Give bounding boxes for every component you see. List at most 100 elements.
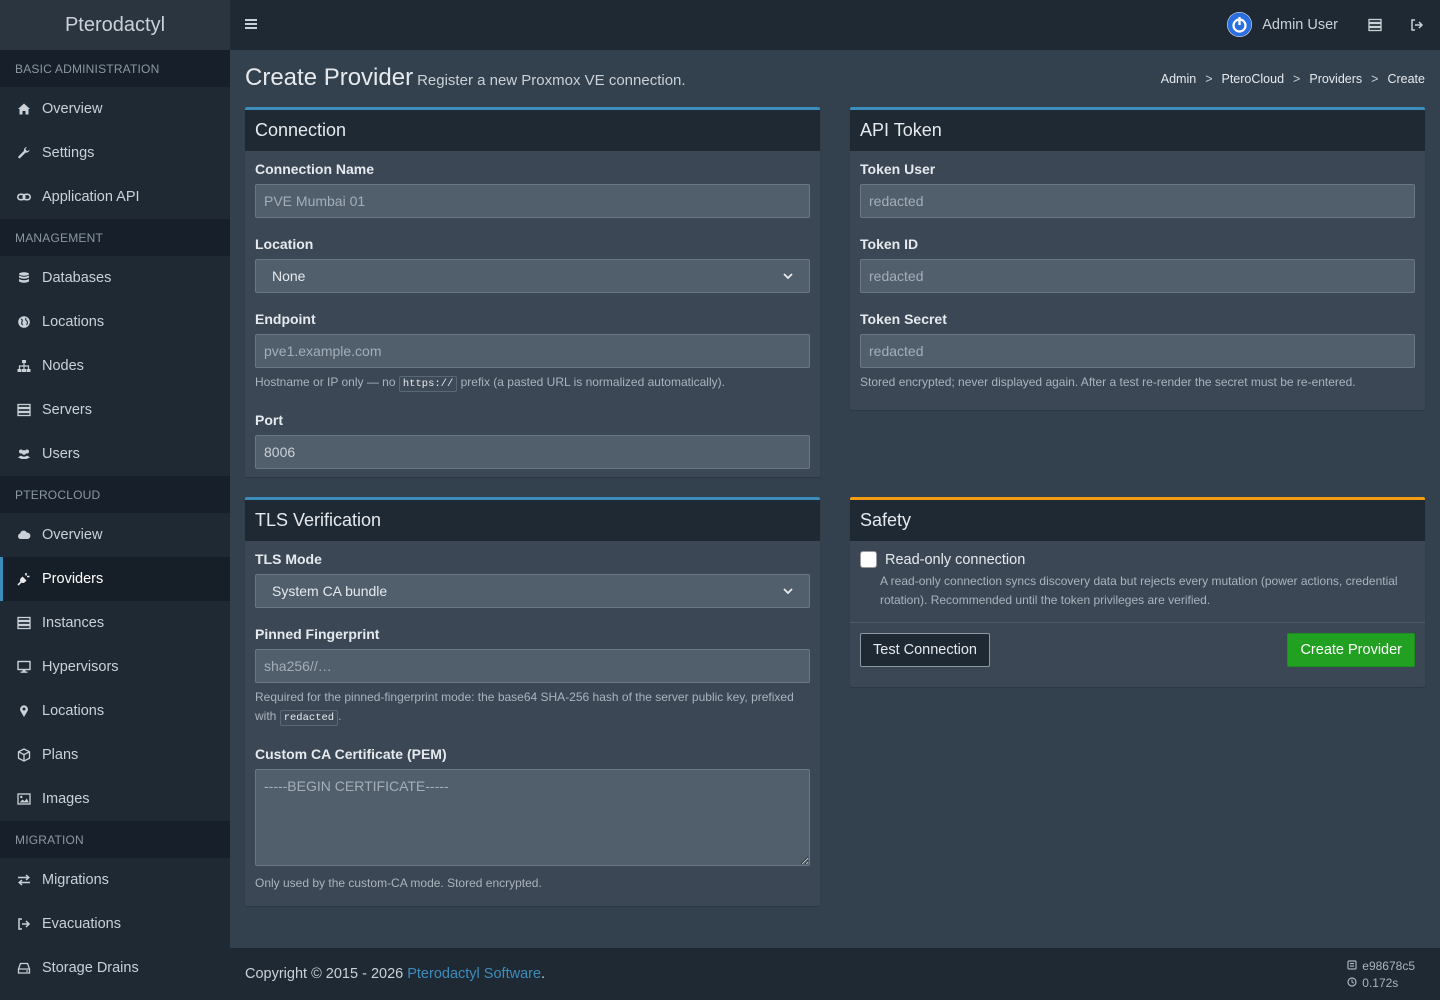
sidebar-item-label: Locations <box>42 703 105 719</box>
link-icon <box>17 190 31 204</box>
clock-icon <box>1347 975 1362 992</box>
location-select[interactable]: None <box>255 259 810 293</box>
sidebar-item-storage-drains[interactable]: Storage Drains <box>0 946 230 990</box>
version-text: e98678c5 <box>1362 959 1415 973</box>
readonly-checkbox[interactable] <box>860 551 877 568</box>
tls-mode-select-value: System CA bundle <box>272 583 388 599</box>
tls-box: TLS Verification TLS Mode System CA bund… <box>245 497 820 906</box>
safety-box: Safety Read-only connection A read-only … <box>850 497 1425 687</box>
endpoint-help: Hostname or IP only — no https:// prefix… <box>255 373 810 394</box>
sidebar-item-label: Storage Drains <box>42 960 139 976</box>
globe-icon <box>17 315 31 329</box>
test-connection-button[interactable]: Test Connection <box>860 633 990 667</box>
token-secret-input[interactable] <box>860 334 1415 368</box>
fingerprint-input[interactable] <box>255 649 810 683</box>
sidebar-section-header: MANAGEMENT <box>0 219 230 256</box>
users-icon <box>17 447 31 461</box>
sidebar-item-migrations[interactable]: Migrations <box>0 858 230 902</box>
tls-mode-label: TLS Mode <box>255 551 322 567</box>
endpoint-help-post: prefix (a pasted URL is normalized autom… <box>460 375 725 389</box>
content-wrapper: Create Provider Register a new Proxmox VE… <box>230 50 1440 948</box>
ca-cert-textarea[interactable] <box>255 769 810 866</box>
breadcrumb-item[interactable]: Admin <box>1161 72 1196 86</box>
server-icon[interactable] <box>1368 18 1382 32</box>
sidebar-item-label: Nodes <box>42 358 84 374</box>
sidebar-item-overview[interactable]: Overview <box>0 87 230 131</box>
endpoint-help-pre: Hostname or IP only — no <box>255 375 396 389</box>
breadcrumb-separator: > <box>1205 72 1213 86</box>
api-token-box: API Token Token User Token ID Token Secr… <box>850 107 1425 410</box>
user-menu[interactable]: Admin User <box>1227 12 1338 37</box>
topbar: Admin User <box>230 0 1440 50</box>
image-icon <box>17 792 31 806</box>
sidebar-item-label: Users <box>42 446 80 462</box>
sidebar-item-locations[interactable]: Locations <box>0 689 230 733</box>
exchange-icon <box>17 873 31 887</box>
brand-logo[interactable]: Pterodactyl <box>0 0 230 50</box>
breadcrumb: Admin > PteroCloud > Providers > Create <box>1161 72 1425 86</box>
sidebar-item-application-api[interactable]: Application API <box>0 175 230 219</box>
breadcrumb-separator: > <box>1293 72 1301 86</box>
ca-cert-label: Custom CA Certificate (PEM) <box>255 746 447 762</box>
sidebar-section-header: MIGRATION <box>0 821 230 858</box>
sidebar-item-providers[interactable]: Providers <box>0 557 230 601</box>
ca-cert-help: Only used by the custom-CA mode. Stored … <box>255 876 542 890</box>
desktop-icon <box>17 660 31 674</box>
breadcrumb-item[interactable]: Providers <box>1309 72 1362 86</box>
location-label: Location <box>255 236 314 252</box>
port-input[interactable] <box>255 435 810 469</box>
sign-out-icon <box>17 917 31 931</box>
sidebar-item-users[interactable]: Users <box>0 432 230 476</box>
sidebar-item-label: Settings <box>42 145 95 161</box>
fingerprint-help: Required for the pinned-fingerprint mode… <box>255 688 810 728</box>
sign-out-icon[interactable] <box>1410 18 1424 32</box>
copyright-text: Copyright © 2015 - 2026 <box>245 966 404 982</box>
endpoint-input[interactable] <box>255 334 810 368</box>
connection-name-input[interactable] <box>255 184 810 218</box>
sidebar-item-label: Migrations <box>42 872 109 888</box>
render-time-text: 0.172s <box>1362 976 1399 990</box>
menu-toggle-icon[interactable] <box>244 17 258 31</box>
sidebar-item-hypervisors[interactable]: Hypervisors <box>0 645 230 689</box>
token-secret-help: Stored encrypted; never displayed again.… <box>860 375 1356 389</box>
sidebar-item-overview[interactable]: Overview <box>0 513 230 557</box>
database-icon <box>17 271 31 285</box>
port-label: Port <box>255 412 283 428</box>
token-user-label: Token User <box>860 161 936 177</box>
sidebar-section-header: PTEROCLOUD <box>0 476 230 513</box>
sidebar-item-plans[interactable]: Plans <box>0 733 230 777</box>
connection-name-label: Connection Name <box>255 161 375 177</box>
token-id-input[interactable] <box>860 259 1415 293</box>
sidebar-menu: BASIC ADMINISTRATION Overview Settings Appl… <box>0 50 230 990</box>
copyright-post: . <box>541 966 546 982</box>
sidebar-item-locations[interactable]: Locations <box>0 300 230 344</box>
readonly-label[interactable]: Read-only connection <box>885 552 1025 568</box>
endpoint-help-code: https:// <box>398 376 458 392</box>
chevron-down-icon <box>783 583 793 599</box>
sidebar-item-evacuations[interactable]: Evacuations <box>0 902 230 946</box>
sidebar-section-header: BASIC ADMINISTRATION <box>0 50 230 87</box>
fingerprint-label: Pinned Fingerprint <box>255 626 380 642</box>
sidebar-item-images[interactable]: Images <box>0 777 230 821</box>
sidebar-item-instances[interactable]: Instances <box>0 601 230 645</box>
tls-mode-select[interactable]: System CA bundle <box>255 574 810 608</box>
fingerprint-help-post: . <box>338 709 342 723</box>
sidebar-item-servers[interactable]: Servers <box>0 388 230 432</box>
sidebar-item-label: Evacuations <box>42 916 121 932</box>
sidebar-item-label: Application API <box>42 189 140 205</box>
sidebar-item-settings[interactable]: Settings <box>0 131 230 175</box>
hdd-icon <box>17 961 31 975</box>
page-subtitle: Register a new Proxmox VE connection. <box>417 72 686 89</box>
token-id-label: Token ID <box>860 236 919 252</box>
sidebar-item-databases[interactable]: Databases <box>0 256 230 300</box>
pterodactyl-link[interactable]: Pterodactyl Software <box>407 966 541 982</box>
chevron-down-icon <box>783 268 793 284</box>
sidebar-item-label: Overview <box>42 527 103 543</box>
cloud-icon <box>17 528 31 542</box>
token-user-input[interactable] <box>860 184 1415 218</box>
sidebar-item-label: Plans <box>42 747 79 763</box>
create-provider-button[interactable]: Create Provider <box>1287 633 1415 667</box>
breadcrumb-item[interactable]: PteroCloud <box>1222 72 1285 86</box>
breadcrumb-separator: > <box>1371 72 1379 86</box>
sidebar-item-nodes[interactable]: Nodes <box>0 344 230 388</box>
